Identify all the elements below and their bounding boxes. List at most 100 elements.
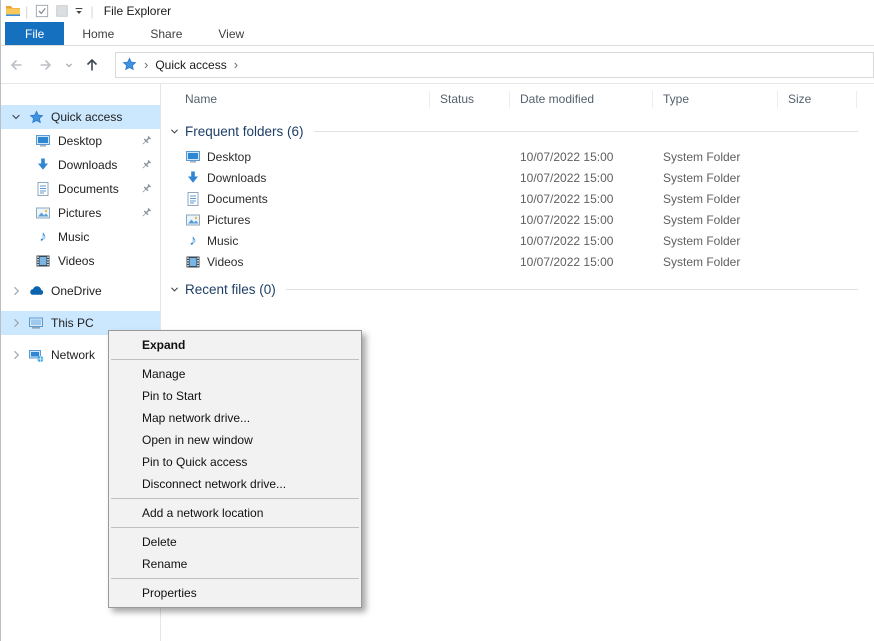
videos-icon [35, 253, 51, 269]
divider: | [90, 4, 93, 19]
sidebar-item-label: Music [58, 230, 89, 244]
tab-file[interactable]: File [5, 22, 64, 45]
column-header-date-modified[interactable]: Date modified [510, 91, 653, 108]
frequent-folders-rows: Desktop 10/07/2022 15:00 System Folder D… [161, 146, 874, 272]
qat-new-folder-button[interactable] [53, 2, 71, 20]
chevron-right-icon[interactable] [9, 285, 23, 297]
chevron-right-icon[interactable] [9, 317, 23, 329]
sidebar-item-music[interactable]: ♪ Music [1, 225, 160, 249]
menu-item-properties[interactable]: Properties [109, 582, 361, 604]
sidebar-item-label: Network [51, 348, 95, 362]
file-name: Music [207, 234, 238, 248]
onedrive-cloud-icon [28, 283, 44, 299]
menu-item-disconnect-network-drive[interactable]: Disconnect network drive... [109, 473, 361, 495]
file-row-documents[interactable]: Documents 10/07/2022 15:00 System Folder [161, 188, 874, 209]
file-name: Videos [207, 255, 243, 269]
address-bar[interactable]: › Quick access › [115, 52, 874, 78]
group-header-recent-files[interactable]: Recent files (0) [167, 279, 858, 299]
recent-locations-dropdown[interactable] [61, 50, 77, 80]
documents-icon [185, 191, 201, 207]
breadcrumb-chevron[interactable]: › [144, 57, 148, 72]
file-name: Downloads [207, 171, 266, 185]
menu-item-rename[interactable]: Rename [109, 553, 361, 575]
desktop-icon [35, 133, 51, 149]
column-header-size[interactable]: Size [778, 91, 857, 108]
sidebar-item-documents[interactable]: Documents [1, 177, 160, 201]
group-header-label: Frequent folders (6) [185, 124, 304, 139]
chevron-down-icon[interactable] [9, 111, 23, 123]
file-name: Pictures [207, 213, 250, 227]
properties-check-icon [35, 4, 49, 18]
qat-customize-dropdown[interactable] [72, 2, 86, 20]
downloads-icon [35, 157, 51, 173]
sidebar-item-label: Pictures [58, 206, 101, 220]
title-bar: | | File Explorer [1, 0, 874, 22]
tab-view[interactable]: View [200, 22, 262, 45]
sidebar-item-quick-access[interactable]: Quick access [1, 105, 160, 129]
menu-item-manage[interactable]: Manage [109, 363, 361, 385]
window-title: File Explorer [104, 4, 171, 18]
file-row-videos[interactable]: Videos 10/07/2022 15:00 System Folder [161, 251, 874, 272]
column-header-status[interactable]: Status [430, 91, 510, 108]
menu-separator [111, 498, 359, 499]
breadcrumb-location[interactable]: Quick access [155, 58, 226, 72]
group-header-rule [286, 289, 858, 290]
file-date-modified: 10/07/2022 15:00 [510, 171, 653, 185]
music-note-icon: ♪ [185, 233, 201, 249]
back-button[interactable] [1, 50, 31, 80]
column-header-row: Name Status Date modified Type Size [161, 84, 874, 114]
column-header-type[interactable]: Type [653, 91, 778, 108]
videos-icon [185, 254, 201, 270]
file-row-desktop[interactable]: Desktop 10/07/2022 15:00 System Folder [161, 146, 874, 167]
new-folder-icon [55, 4, 69, 18]
file-date-modified: 10/07/2022 15:00 [510, 213, 653, 227]
forward-button[interactable] [31, 50, 61, 80]
breadcrumb-chevron[interactable]: › [234, 57, 238, 72]
chevron-right-icon[interactable] [9, 349, 23, 361]
file-type: System Folder [653, 213, 778, 227]
tab-share[interactable]: Share [132, 22, 200, 45]
qat-properties-button[interactable] [33, 2, 51, 20]
desktop-icon [185, 149, 201, 165]
documents-icon [35, 181, 51, 197]
tab-home[interactable]: Home [64, 22, 132, 45]
menu-item-add-a-network-location[interactable]: Add a network location [109, 502, 361, 524]
menu-item-map-network-drive[interactable]: Map network drive... [109, 407, 361, 429]
file-row-music[interactable]: ♪Music 10/07/2022 15:00 System Folder [161, 230, 874, 251]
sidebar-item-onedrive[interactable]: OneDrive [1, 279, 160, 303]
this-pc-monitor-icon [28, 315, 44, 331]
menu-item-expand[interactable]: Expand [109, 334, 361, 356]
pictures-icon [185, 212, 201, 228]
group-header-label: Recent files (0) [185, 282, 276, 297]
pictures-icon [35, 205, 51, 221]
chevron-down-icon[interactable] [167, 284, 181, 295]
sidebar-item-label: Downloads [58, 158, 117, 172]
column-header-name[interactable]: Name [161, 91, 430, 108]
ribbon-tab-bar: File Home Share View [1, 22, 874, 46]
file-row-downloads[interactable]: Downloads 10/07/2022 15:00 System Folder [161, 167, 874, 188]
group-header-frequent-folders[interactable]: Frequent folders (6) [167, 121, 858, 141]
quick-access-star-icon [122, 57, 137, 72]
sidebar-item-desktop[interactable]: Desktop [1, 129, 160, 153]
pin-icon [139, 158, 153, 172]
network-icon [28, 347, 44, 363]
file-type: System Folder [653, 255, 778, 269]
file-type: System Folder [653, 234, 778, 248]
menu-item-pin-to-start[interactable]: Pin to Start [109, 385, 361, 407]
menu-item-delete[interactable]: Delete [109, 531, 361, 553]
sidebar-item-pictures[interactable]: Pictures [1, 201, 160, 225]
sidebar-item-label: Desktop [58, 134, 102, 148]
sidebar-item-label: Documents [58, 182, 119, 196]
app-folder-icon [5, 3, 21, 19]
menu-item-open-in-new-window[interactable]: Open in new window [109, 429, 361, 451]
sidebar-item-videos[interactable]: Videos [1, 249, 160, 273]
group-header-rule [314, 131, 858, 132]
chevron-down-icon[interactable] [167, 126, 181, 137]
file-row-pictures[interactable]: Pictures 10/07/2022 15:00 System Folder [161, 209, 874, 230]
up-button[interactable] [77, 50, 107, 80]
sidebar-item-downloads[interactable]: Downloads [1, 153, 160, 177]
file-date-modified: 10/07/2022 15:00 [510, 150, 653, 164]
pin-icon [139, 182, 153, 196]
menu-item-pin-to-quick-access[interactable]: Pin to Quick access [109, 451, 361, 473]
context-menu: Expand Manage Pin to Start Map network d… [108, 330, 362, 608]
